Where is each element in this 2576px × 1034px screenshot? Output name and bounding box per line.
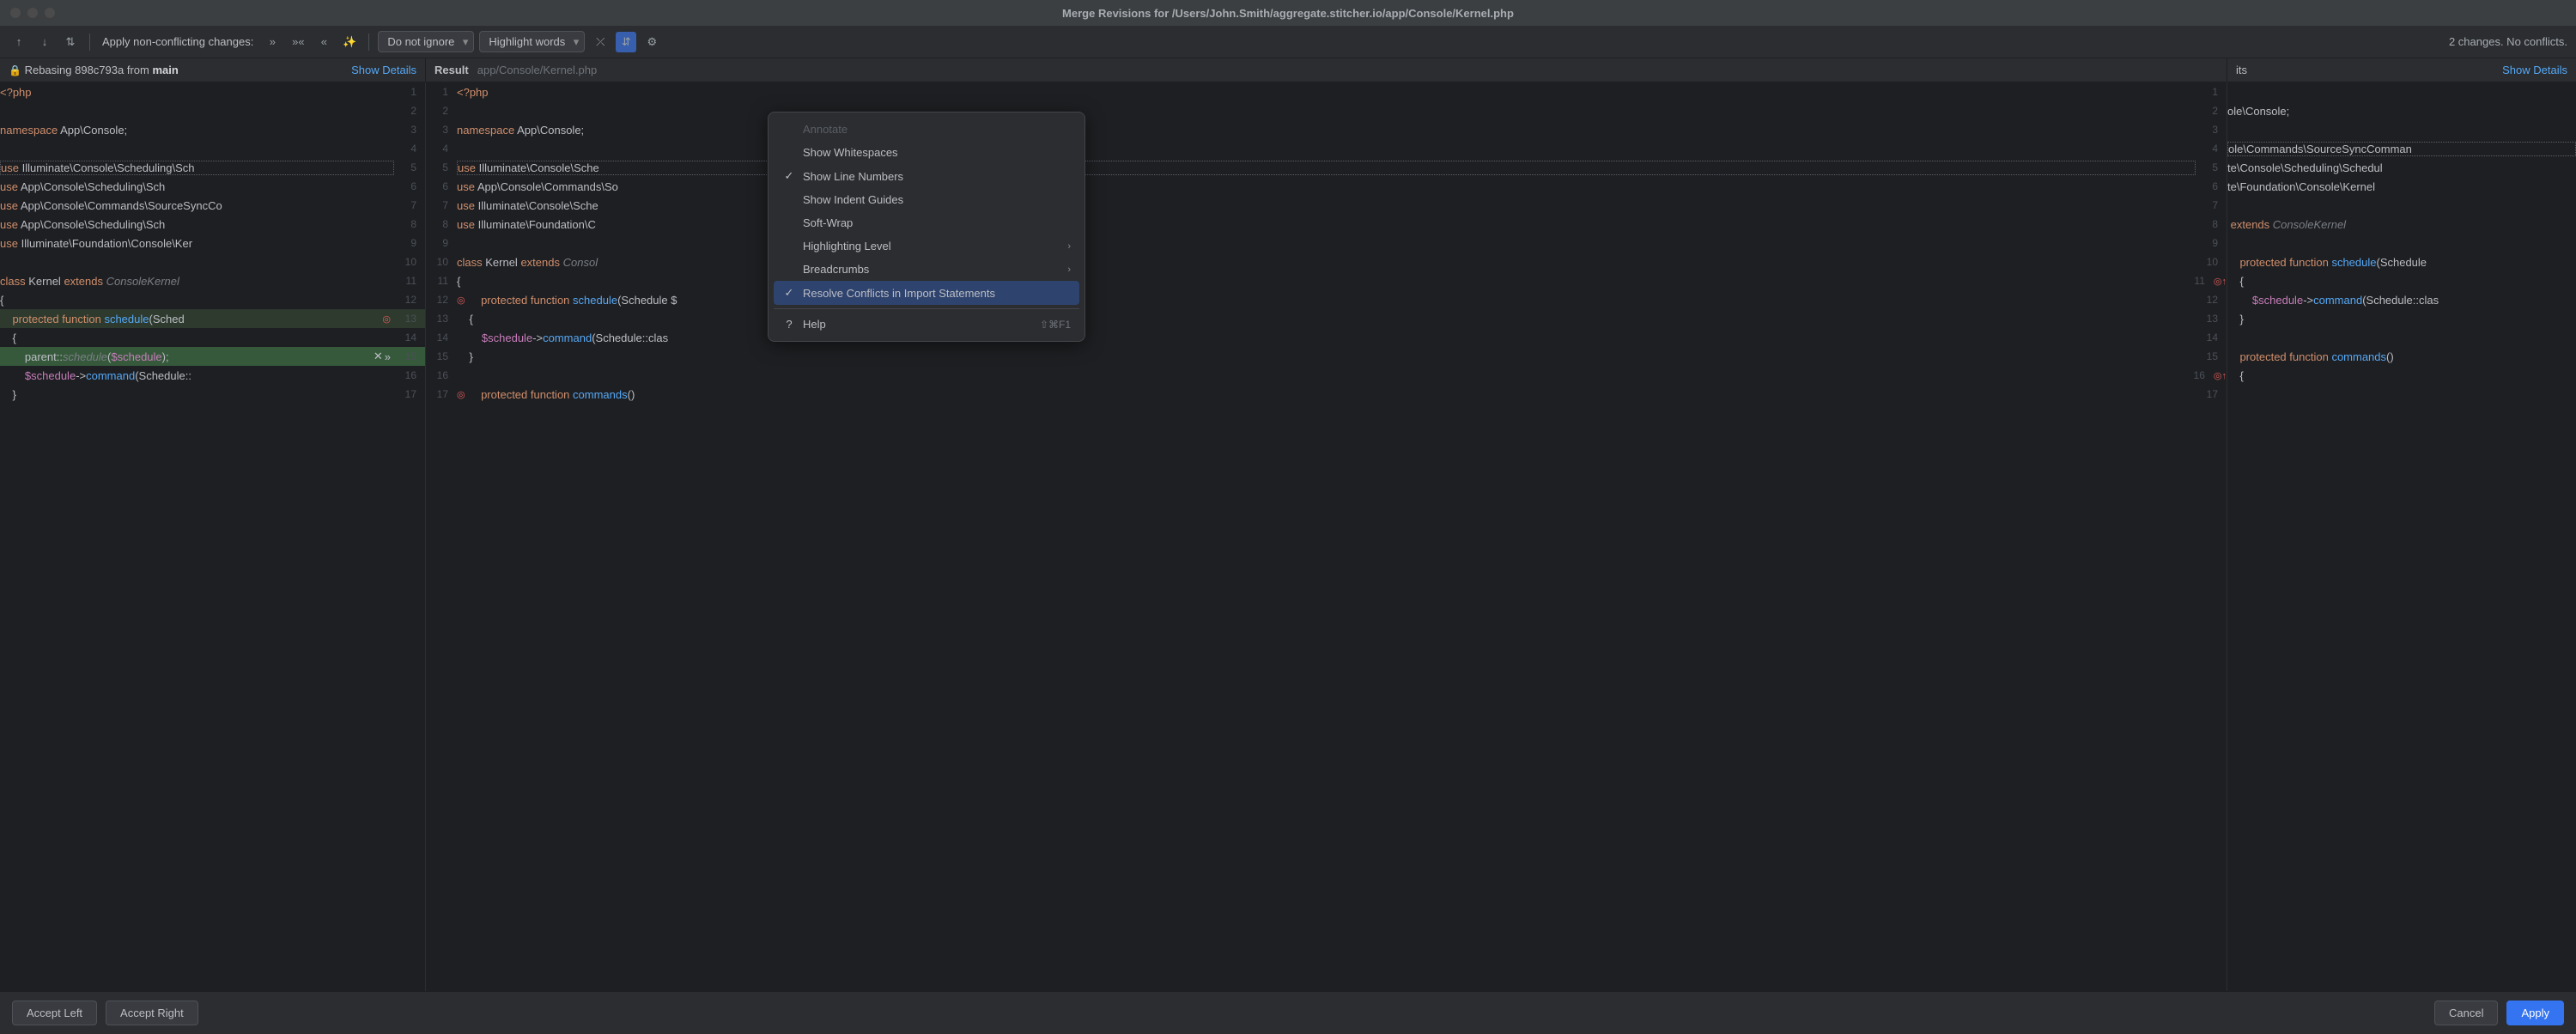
- right-code[interactable]: ole\Console; ole\Commands\SourceSyncComm…: [2227, 82, 2576, 991]
- collapse-icon[interactable]: ⤫: [590, 32, 611, 52]
- ignore-select[interactable]: Do not ignore: [378, 31, 474, 52]
- menu-annotate: Annotate: [774, 118, 1079, 141]
- lock-icon: 🔒: [9, 64, 21, 76]
- menu-show-whitespaces[interactable]: Show Whitespaces: [774, 141, 1079, 164]
- footer: Accept Left Accept Right Cancel Apply: [0, 991, 2576, 1034]
- prev-diff-icon[interactable]: ↑: [9, 32, 29, 52]
- compare-icon[interactable]: ⇅: [60, 32, 81, 52]
- close-dot[interactable]: [10, 8, 21, 18]
- highlight-select[interactable]: Highlight words: [479, 31, 585, 52]
- minimize-dot[interactable]: [27, 8, 38, 18]
- gutter-context-menu: Annotate Show Whitespaces ✓Show Line Num…: [768, 112, 1085, 342]
- right-pane: ole\Console; ole\Commands\SourceSyncComm…: [2227, 82, 2576, 991]
- next-diff-icon[interactable]: ↓: [34, 32, 55, 52]
- menu-breadcrumbs[interactable]: Breadcrumbs›: [774, 258, 1079, 281]
- result-label: Result: [434, 64, 469, 76]
- result-path: app/Console/Kernel.php: [477, 64, 598, 76]
- left-pane: <?php1 2 namespace App\Console;3 4 use I…: [0, 82, 426, 991]
- cancel-button[interactable]: Cancel: [2434, 1001, 2498, 1025]
- left-header: 🔒 Rebasing 898c793a from main Show Detai…: [0, 58, 426, 82]
- mid-header: Result app/Console/Kernel.php: [426, 58, 2227, 82]
- result-pane: 1<?php1 2 2 3namespace App\Console;3 4 4…: [426, 82, 2227, 991]
- toolbar: ↑ ↓ ⇅ Apply non-conflicting changes: » »…: [0, 26, 2576, 58]
- branch-name: main: [152, 64, 178, 76]
- menu-soft-wrap[interactable]: Soft-Wrap: [774, 211, 1079, 234]
- magic-resolve-icon[interactable]: ✨: [339, 32, 360, 52]
- discard-icon[interactable]: ✕: [374, 350, 383, 363]
- rebasing-label: Rebasing 898c793a from: [25, 64, 153, 76]
- left-code[interactable]: <?php1 2 namespace App\Console;3 4 use I…: [0, 82, 425, 991]
- apply-both-icon[interactable]: »«: [288, 32, 308, 52]
- apply-button[interactable]: Apply: [2506, 1001, 2564, 1025]
- accept-right-button[interactable]: Accept Right: [106, 1001, 198, 1025]
- apply-right-icon[interactable]: »: [385, 350, 391, 363]
- window-title: Merge Revisions for /Users/John.Smith/ag…: [10, 7, 2566, 20]
- menu-help[interactable]: ?Help⇧⌘F1: [774, 313, 1079, 336]
- mid-code[interactable]: 1<?php1 2 2 3namespace App\Console;3 4 4…: [426, 82, 2227, 991]
- apply-right-all-icon[interactable]: «: [313, 32, 334, 52]
- show-details-right[interactable]: Show Details: [2502, 64, 2567, 76]
- menu-highlighting-level[interactable]: Highlighting Level›: [774, 234, 1079, 258]
- menu-resolve-imports[interactable]: ✓Resolve Conflicts in Import Statements: [774, 281, 1079, 305]
- accept-left-button[interactable]: Accept Left: [12, 1001, 97, 1025]
- pane-headers: 🔒 Rebasing 898c793a from main Show Detai…: [0, 58, 2576, 82]
- right-header: its Show Details: [2227, 58, 2576, 82]
- commits-label: its: [2236, 64, 2247, 76]
- show-details-left[interactable]: Show Details: [351, 64, 416, 76]
- changes-status: 2 changes. No conflicts.: [2449, 35, 2567, 48]
- menu-show-indent-guides[interactable]: Show Indent Guides: [774, 188, 1079, 211]
- window-controls: [10, 8, 55, 18]
- sync-scroll-icon[interactable]: ⇵: [616, 32, 636, 52]
- diff-panes: <?php1 2 namespace App\Console;3 4 use I…: [0, 82, 2576, 991]
- settings-gear-icon[interactable]: ⚙: [641, 32, 662, 52]
- apply-left-all-icon[interactable]: »: [262, 32, 283, 52]
- titlebar: Merge Revisions for /Users/John.Smith/ag…: [0, 0, 2576, 26]
- apply-non-conflicting-label: Apply non-conflicting changes:: [102, 35, 253, 48]
- menu-show-line-numbers[interactable]: ✓Show Line Numbers: [774, 164, 1079, 188]
- maximize-dot[interactable]: [45, 8, 55, 18]
